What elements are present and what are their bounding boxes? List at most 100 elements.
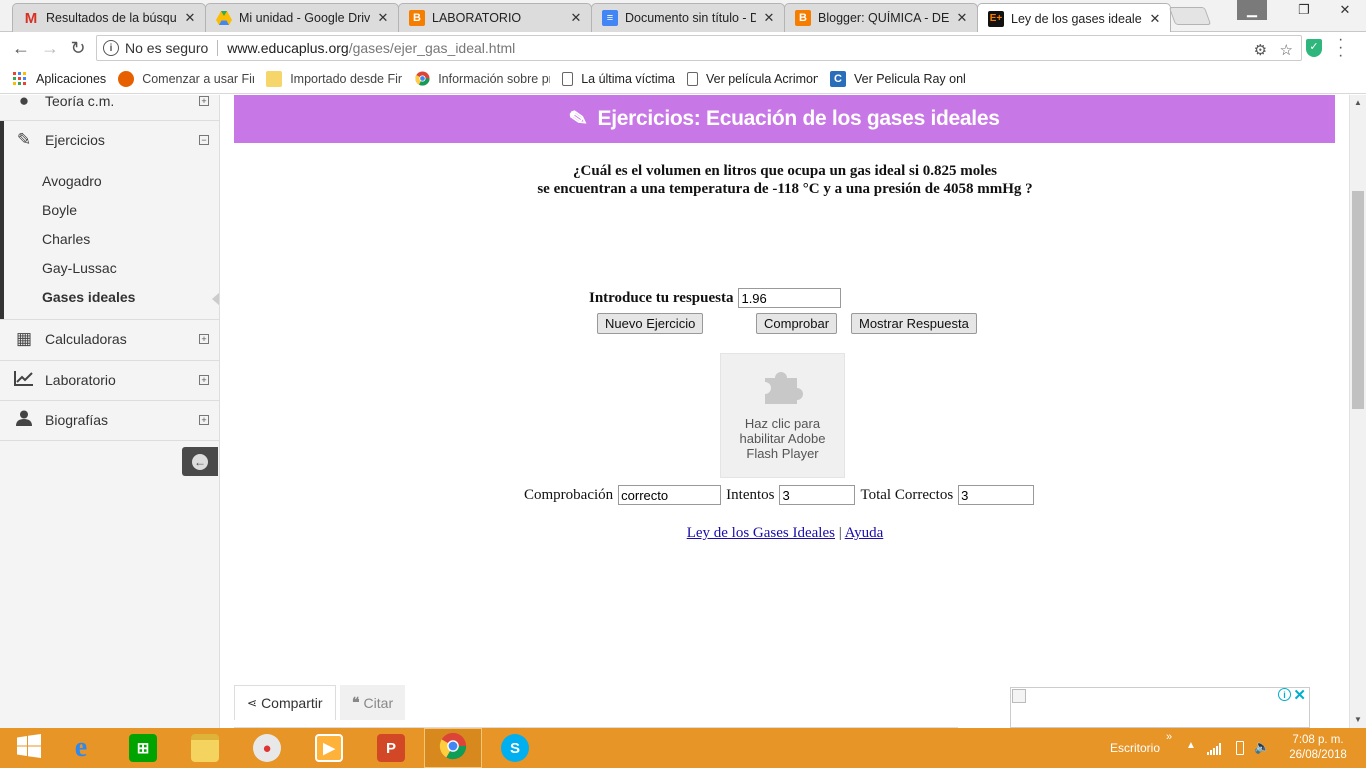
sidebar-item-biografias[interactable]: Biografías + [0,408,219,432]
check-label: Comprobación [524,486,614,503]
browser-menu-icon[interactable]: · · · [1338,32,1343,64]
sidebar-item-ejercicios[interactable]: ✎ Ejercicios − [0,128,219,152]
taskbar-skype[interactable]: S [486,728,544,768]
restore-window-button[interactable]: ❐ [1289,0,1319,20]
new-exercise-button[interactable]: Nuevo Ejercicio [597,313,704,334]
tries-field[interactable] [779,485,856,505]
browser-tab[interactable]: Mi unidad - Google Drive ✕ [205,3,399,32]
taskbar-ie[interactable]: e [52,728,110,768]
gmail-icon: M [24,9,38,27]
close-tab-icon[interactable]: ✕ [1148,11,1162,27]
extension-shield-icon[interactable]: ✓ [1306,39,1322,57]
reload-icon[interactable]: ↻ [68,38,88,58]
tab-cite[interactable]: ❝ Citar [340,685,406,720]
tab-share[interactable]: ⋖ Compartir [234,685,336,720]
total-correct-field[interactable] [958,485,1035,505]
firefox-icon [118,70,135,87]
taskbar-paint[interactable]: ● [238,728,296,768]
browser-tab[interactable]: B Blogger: QUÍMICA - DECIMO ✕ [784,3,978,32]
help-link[interactable]: Ayuda [845,525,884,541]
taskbar-store[interactable]: ⊞ [114,728,172,768]
sidebar-item-teoria[interactable]: ● Teoría c.m. + [0,95,219,113]
flash-text: Flash Player [746,446,819,461]
collapse-sidebar-button[interactable]: ← [182,447,218,476]
page-icon [686,71,698,86]
windows-start-icon [17,733,41,763]
network-signal-icon[interactable] [1207,742,1221,760]
tab-title: Ley de los gases ideales - [1011,11,1142,26]
check-result-field[interactable] [618,485,722,505]
sidebar-item-calculadoras[interactable]: ▦ Calculadoras + [0,327,219,351]
new-tab-button[interactable] [1168,7,1212,25]
answer-input[interactable] [738,288,842,308]
volume-icon[interactable]: 🔈 [1254,739,1270,755]
bookmark-folder[interactable]: Importado desde Firefox [266,70,402,87]
bookmark-star-icon[interactable]: ☆ [1280,42,1293,59]
divider [0,360,219,361]
bookmark-page[interactable]: La última víctima [562,71,675,86]
flash-text: habilitar Adobe [739,431,826,446]
taskbar-media[interactable]: ▶ [300,728,358,768]
tray-up-arrow-icon[interactable]: ▲ [1186,740,1196,751]
sidebar-subitem-charles[interactable]: Charles [42,231,90,247]
blocked-content-icon[interactable]: ⚙ [1254,42,1267,59]
sidebar-item-laboratorio[interactable]: Laboratorio + [0,368,219,392]
desktop-toolbar-label[interactable]: Escritorio » [1110,731,1172,755]
taskbar-explorer[interactable] [176,728,234,768]
taskbar-powerpoint[interactable]: P [362,728,420,768]
results-row: Comprobación Intentos Total Correctos [524,485,1039,505]
scroll-thumb[interactable] [1352,191,1364,409]
expand-plus-icon[interactable]: + [199,375,209,385]
flash-plugin-placeholder[interactable]: Haz clic para habilitar Adobe Flash Play… [720,353,845,478]
sidebar-subitem-avogadro[interactable]: Avogadro [42,173,102,189]
address-bar[interactable]: i No es seguro www.educaplus.org/gases/e… [96,35,1302,61]
divider [217,40,219,56]
bookmark-apps[interactable]: Aplicaciones [12,71,106,87]
check-button[interactable]: Comprobar [756,313,838,334]
collapse-minus-icon[interactable]: − [199,135,209,145]
main-content: ✎ Ejercicios: Ecuación de los gases idea… [221,95,1349,728]
total-correct-label: Total Correctos [860,486,954,503]
browser-tab[interactable]: B LABORATORIO ✕ [398,3,592,32]
law-link[interactable]: Ley de los Gases Ideales [687,525,835,541]
back-arrow-icon[interactable]: ← [11,38,31,58]
scroll-down-arrow-icon[interactable]: ▼ [1350,712,1366,728]
sidebar-subitem-boyle[interactable]: Boyle [42,202,77,218]
advertisement[interactable]: i ✕ [1010,687,1310,728]
taskbar-chrome[interactable] [424,728,482,768]
close-tab-icon[interactable]: ✕ [955,10,969,26]
info-icon[interactable]: i [103,40,119,56]
clock-date: 26/08/2018 [1289,749,1347,761]
flash-message: Haz clic para habilitar Adobe Flash Play… [721,416,844,461]
internet-explorer-icon: e [74,732,88,763]
browser-tab[interactable]: M Resultados de la búsqueda ✕ [12,3,206,32]
tab-title: Resultados de la búsqueda [46,11,177,25]
sidebar-subitem-gases-ideales[interactable]: Gases ideales [42,289,135,305]
close-tab-icon[interactable]: ✕ [569,10,583,26]
expand-plus-icon[interactable]: + [199,96,209,106]
close-tab-icon[interactable]: ✕ [376,10,390,26]
vertical-scrollbar[interactable]: ▲ ▼ [1349,95,1366,728]
close-tab-icon[interactable]: ✕ [762,10,776,26]
minimize-window-button[interactable]: ▁ [1237,0,1267,20]
expand-plus-icon[interactable]: + [199,334,209,344]
ad-info-icon[interactable]: i [1278,688,1291,701]
bookmark-page[interactable]: Ver película Acrimony [686,71,818,86]
system-clock[interactable]: 7:08 p. m. 26/08/2018 [1278,733,1358,763]
blogger-icon: B [795,10,811,26]
bookmark-chrome[interactable]: Información sobre precios [414,71,550,87]
bookmark-firefox[interactable]: Comenzar a usar Firefox [118,70,254,87]
battery-icon[interactable] [1236,741,1244,755]
forward-arrow-icon[interactable]: → [40,38,60,58]
browser-tab[interactable]: ≡ Documento sin título - Doc ✕ [591,3,785,32]
scroll-up-arrow-icon[interactable]: ▲ [1350,95,1366,111]
show-answer-button[interactable]: Mostrar Respuesta [851,313,977,334]
start-button[interactable] [0,728,58,768]
close-window-button[interactable]: ✕ [1330,0,1360,20]
browser-tab-active[interactable]: E+ Ley de los gases ideales - ✕ [977,3,1171,33]
sidebar-subitem-gay-lussac[interactable]: Gay-Lussac [42,260,117,276]
ad-close-icon[interactable]: ✕ [1293,686,1306,704]
expand-plus-icon[interactable]: + [199,415,209,425]
close-tab-icon[interactable]: ✕ [183,10,197,26]
bookmark-c[interactable]: C Ver Pelicula Ray online [829,70,966,87]
